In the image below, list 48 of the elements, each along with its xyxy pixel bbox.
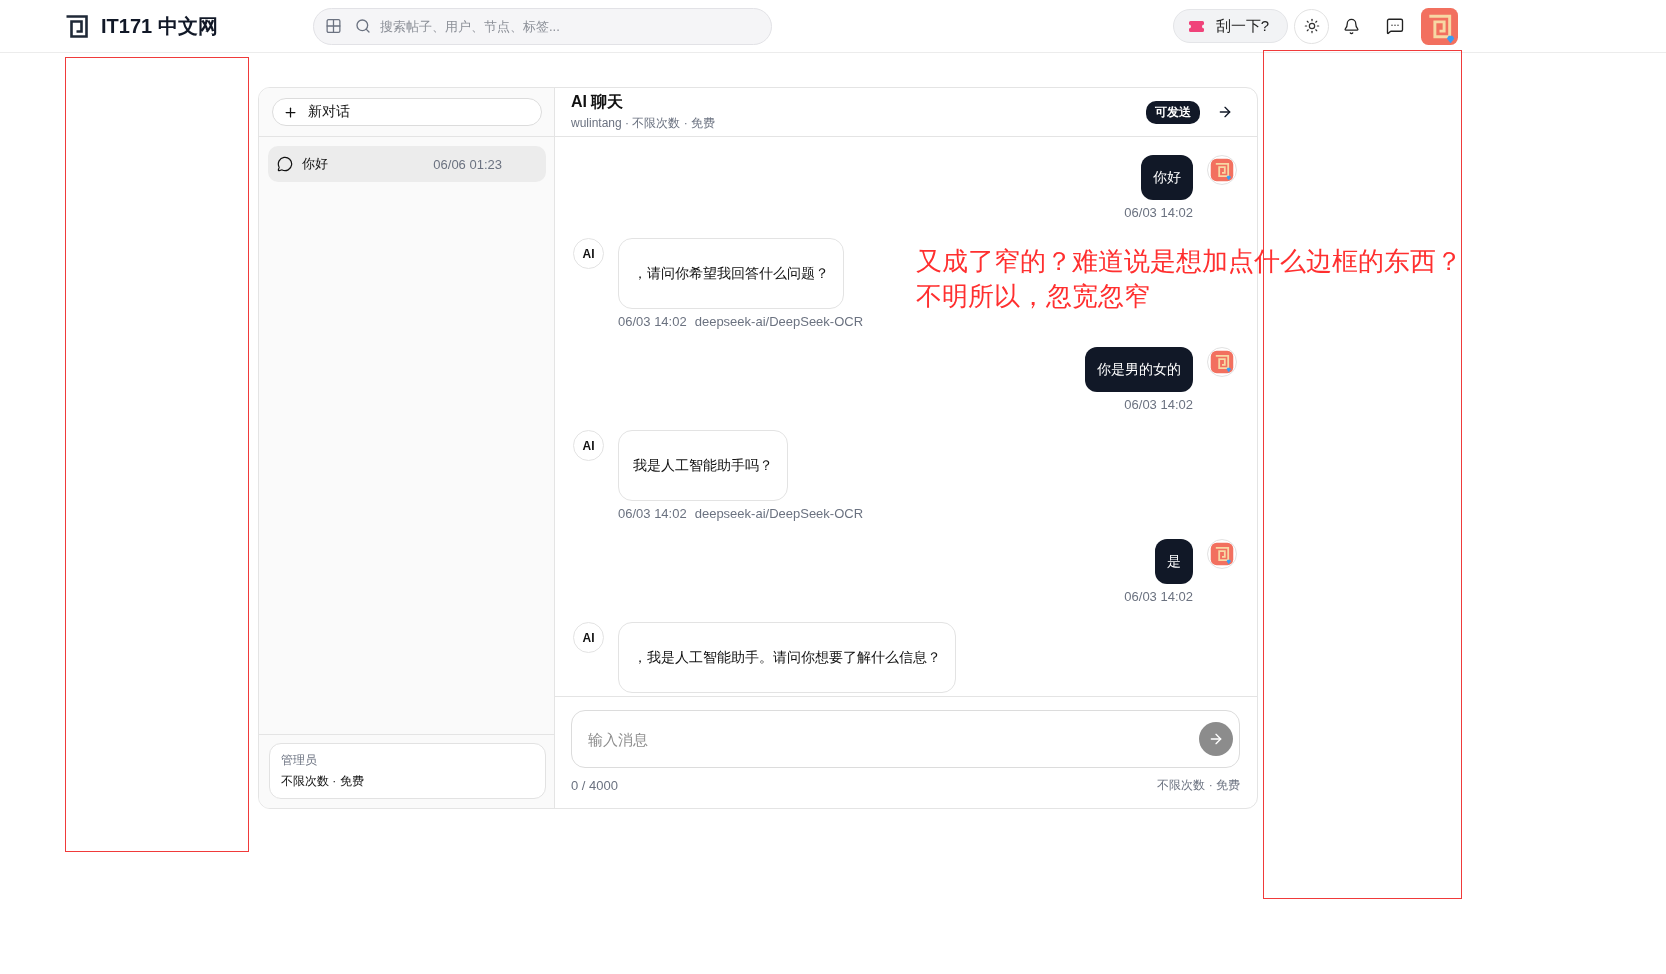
ai-avatar: AI [573,238,604,269]
message-time: 06/03 14:02 [1124,396,1193,413]
ai-message: ，请问你希望我回答什么问题？ [618,238,844,309]
message-time: 06/03 14:02 [618,505,687,522]
ticket-icon [1188,20,1204,32]
message-time: 06/03 14:02 [1124,204,1193,221]
new-chat-button[interactable]: 新对话 [272,98,542,126]
message-icon[interactable] [1386,17,1404,35]
conversation-time: 06/06 01:23 [433,156,502,172]
message-input[interactable]: 输入消息 [571,710,1240,768]
user-message: 你好 [1141,155,1193,200]
chat-subtitle: wulintang · 不限次数 · 免费 [571,115,716,132]
user-avatar [1207,539,1237,569]
annotation-text: 不明所以，忽宽忽窄 [916,280,1151,313]
model-name: deepseek-ai/DeepSeek-OCR [694,313,864,330]
plus-icon [283,104,298,120]
user-message: 是 [1155,539,1193,584]
message-time: 06/03 14:02 [1124,588,1193,605]
scratch-button[interactable]: 刮一下? [1172,9,1288,43]
theme-toggle-button[interactable] [1294,8,1329,44]
sun-icon [1303,18,1320,34]
ai-message: ，我是人工智能助手。请问你想要了解什么信息？ [618,622,956,693]
ai-avatar: AI [573,622,604,653]
user-avatar[interactable] [1421,7,1458,45]
search-field[interactable]: 搜索帖子、用户、节点、标签... [313,7,772,45]
status-badge: 可发送 [1146,100,1200,124]
ai-message: 我是人工智能助手吗？ [618,430,788,501]
user-avatar [1207,155,1237,185]
message-time: 06/03 14:02 [618,313,687,330]
model-name: deepseek-ai/DeepSeek-OCR [694,505,864,522]
chat-title: AI 聊天 [571,92,625,112]
account-role: 管理员 [281,752,318,769]
quota-hint: 不限次数 · 免费 [1157,777,1240,794]
logo-icon [65,14,88,38]
bell-icon[interactable] [1343,17,1360,35]
account-quota: 不限次数 · 免费 [281,773,365,790]
grid-icon[interactable] [325,17,342,35]
chat-bubble-icon [277,156,293,172]
ai-avatar: AI [573,430,604,461]
user-avatar [1207,347,1237,377]
conversation-title: 你好 [302,155,329,173]
user-message: 你是男的女的 [1085,347,1193,392]
arrow-right-icon [1208,731,1224,747]
character-counter: 0 / 4000 [571,778,618,793]
conversation-item[interactable]: 你好 06/06 01:23 [268,146,546,182]
site-title[interactable]: IT171 中文网 [101,12,218,40]
search-icon [355,18,371,34]
arrow-right-icon[interactable] [1217,104,1233,120]
